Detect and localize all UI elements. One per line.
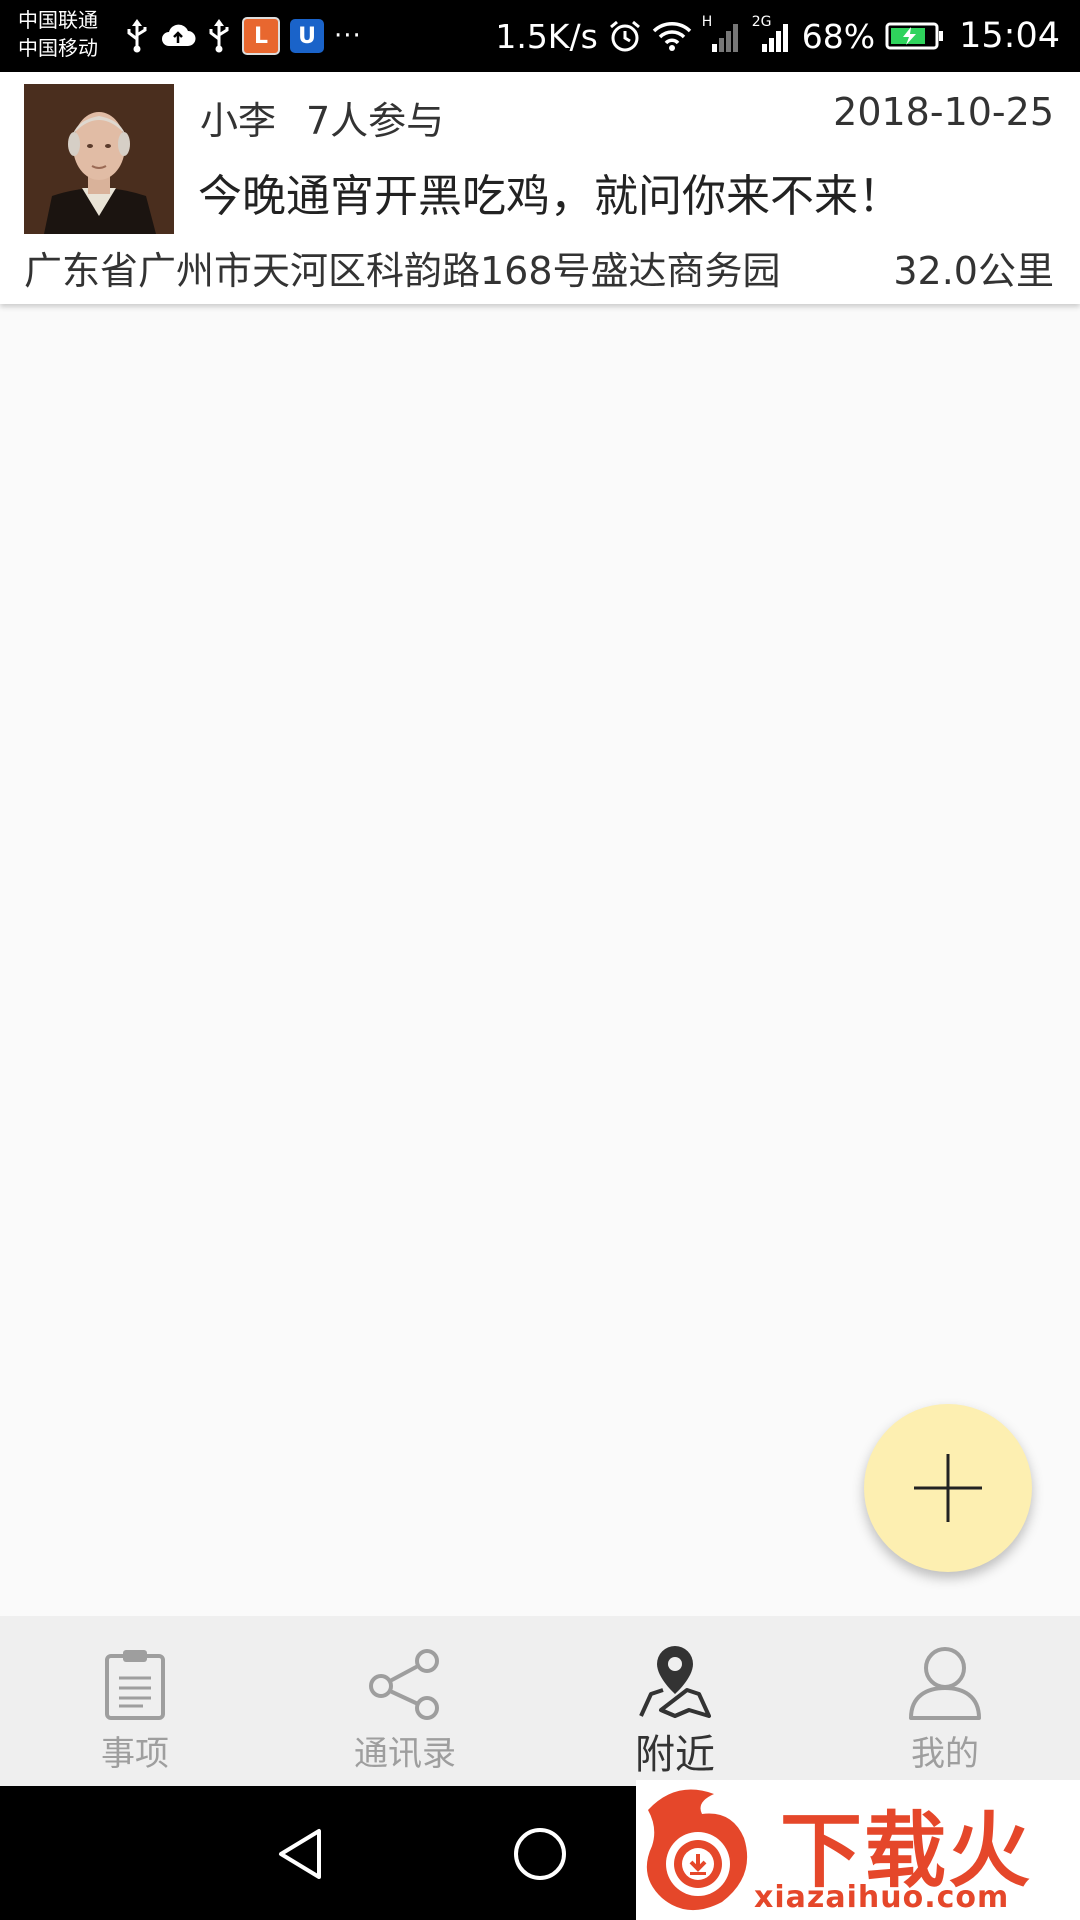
nearby-post-card[interactable]: 小李 7人参与 2018-10-25 今晚通宵开黑吃鸡，就问你来不来！ 广东省广… <box>0 72 1080 304</box>
tab-tasks[interactable]: 事项 <box>0 1616 270 1786</box>
network-speed: 1.5K/s <box>495 16 598 56</box>
tab-nearby[interactable]: 附近 <box>540 1616 810 1786</box>
app-screen: 中国联通 中国移动 L U ··· 1.5K/s H 2G 68% 15:04 … <box>0 0 1080 1920</box>
status-right: 1.5K/s H 2G 68% 15:04 <box>495 12 1060 60</box>
carrier-labels: 中国联通 中国移动 <box>18 6 128 62</box>
clock: 15:04 <box>959 16 1060 56</box>
back-button[interactable] <box>262 1816 338 1892</box>
cloud-upload-icon <box>160 22 196 50</box>
app-notification-icon: L <box>242 17 280 55</box>
signal-2-type: 2G <box>751 14 772 30</box>
battery-percent: 68% <box>801 16 876 56</box>
post-date: 2018-10-25 <box>833 90 1054 134</box>
usb-icon <box>124 19 150 53</box>
carrier-2: 中国移动 <box>18 36 98 60</box>
plus-icon <box>914 1454 982 1522</box>
app-notification-icon: U <box>290 19 324 53</box>
bottom-nav: 事项 通讯录 附近 我的 <box>0 1616 1080 1786</box>
tab-label: 事项 <box>101 1734 169 1774</box>
signal-1-type: H <box>701 14 713 30</box>
status-bar: 中国联通 中国移动 L U ··· 1.5K/s H 2G 68% 15:04 <box>0 0 1080 72</box>
carrier-1: 中国联通 <box>18 8 98 32</box>
clipboard-icon <box>105 1650 165 1720</box>
home-icon <box>514 1828 566 1880</box>
back-icon <box>279 1829 321 1879</box>
home-button[interactable] <box>502 1816 578 1892</box>
post-address: 广东省广州市天河区科韵路168号盛达商务园 <box>24 249 781 293</box>
wifi-icon <box>652 20 692 52</box>
tab-label: 我的 <box>911 1734 979 1774</box>
signal-icon: 2G <box>752 14 792 54</box>
user-icon <box>909 1647 981 1720</box>
participant-count: 7人参与 <box>306 99 445 143</box>
signal-icon: H <box>702 14 742 54</box>
more-notifications-icon: ··· <box>334 21 362 51</box>
tab-profile[interactable]: 我的 <box>810 1616 1080 1786</box>
map-pin-icon <box>639 1646 711 1719</box>
notification-icons: L U ··· <box>124 14 362 58</box>
alarm-icon <box>608 19 642 53</box>
battery-charging-icon <box>885 21 945 51</box>
tab-label: 通讯录 <box>354 1734 456 1774</box>
avatar[interactable] <box>24 84 174 234</box>
add-post-button[interactable] <box>864 1404 1032 1572</box>
watermark-domain: xiazaihuo.com <box>754 1880 1010 1915</box>
post-distance: 32.0公里 <box>893 249 1054 293</box>
share-nodes-icon <box>369 1649 439 1720</box>
watermark: 下载火 xiazaihuo.com <box>636 1780 1080 1920</box>
tab-label: 附近 <box>635 1732 715 1778</box>
tab-contacts[interactable]: 通讯录 <box>270 1616 540 1786</box>
post-title: 今晚通宵开黑吃鸡，就问你来不来！ <box>198 171 902 222</box>
usb-icon <box>206 19 232 53</box>
poster-name: 小李 <box>200 99 277 143</box>
